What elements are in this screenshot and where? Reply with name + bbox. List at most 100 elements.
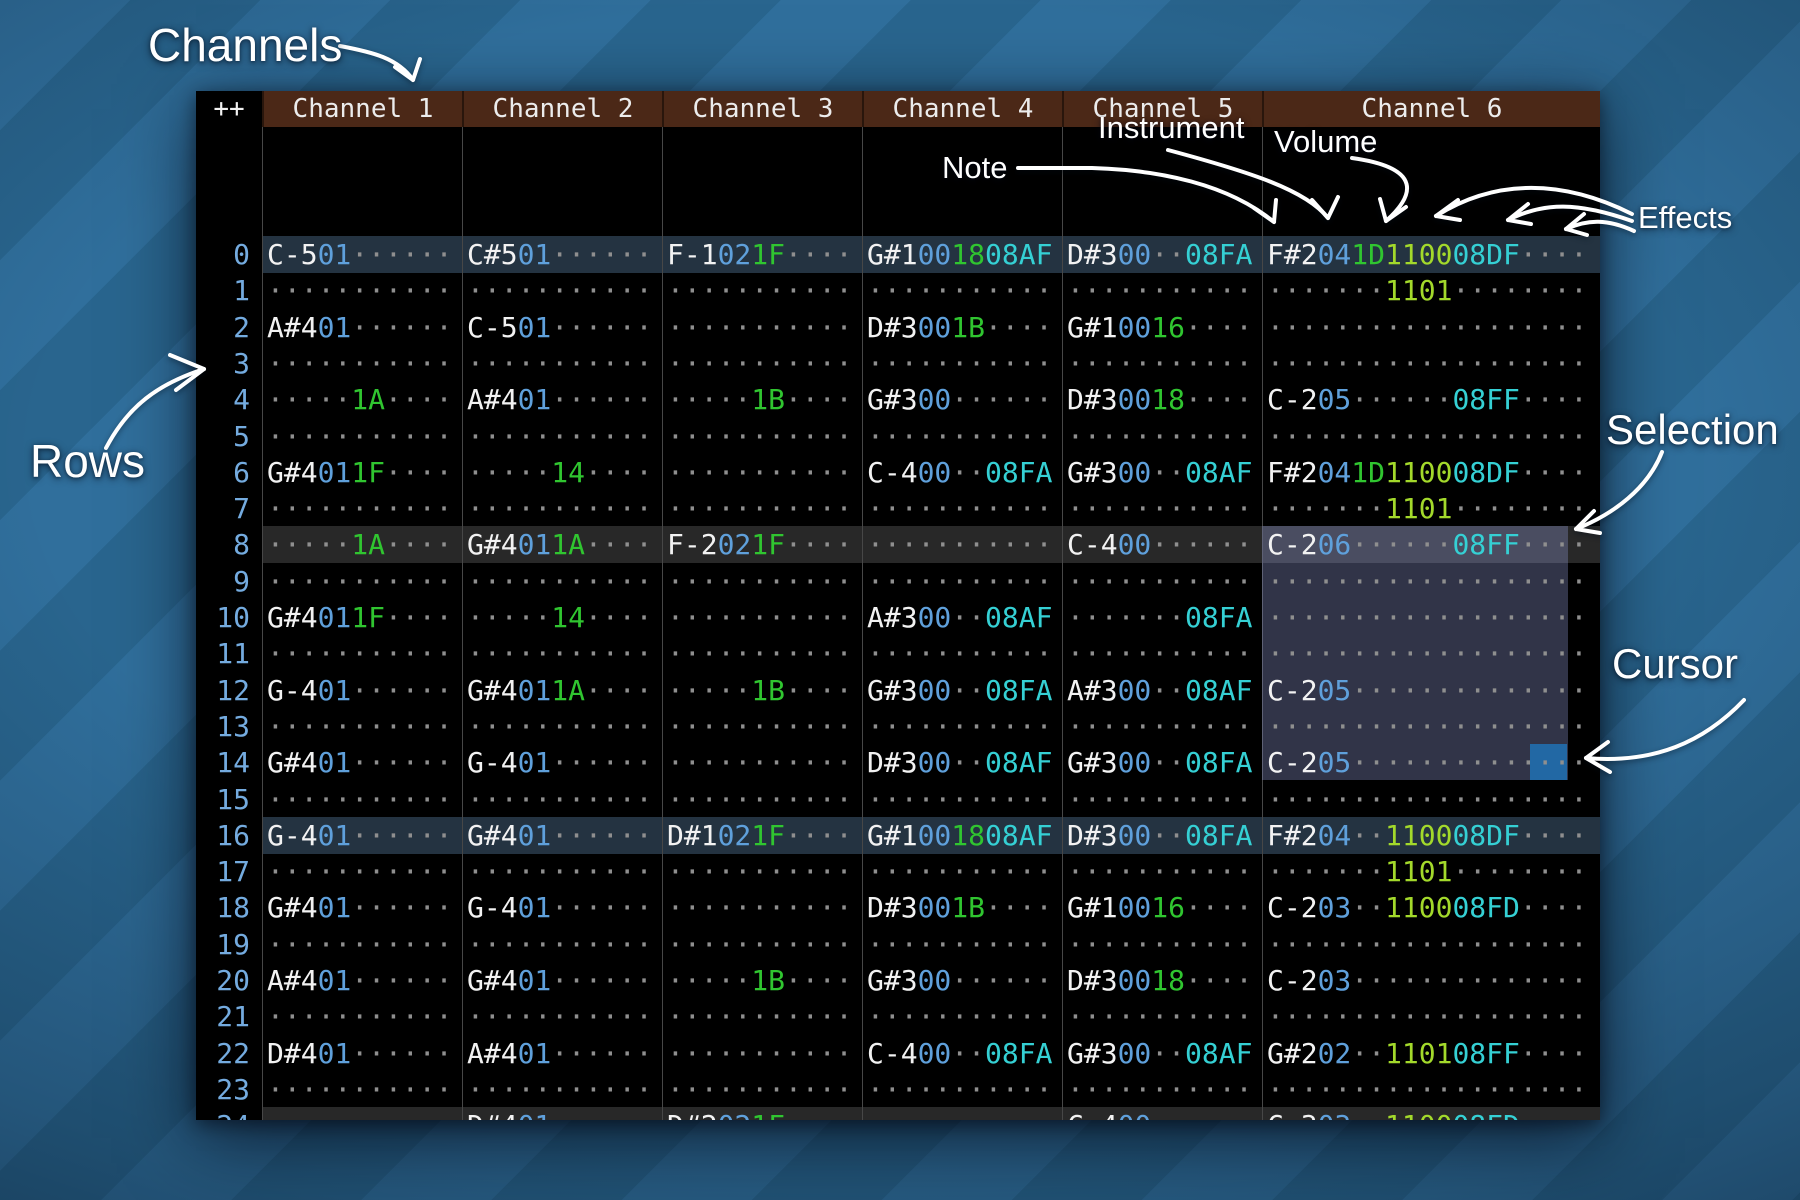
pattern-row[interactable]: 10G#4011F·········14···············A#300… [196, 599, 1600, 636]
channel-header-2[interactable]: Channel 2 [462, 91, 662, 127]
pattern-cell-ch5[interactable]: ··········· [1067, 635, 1252, 672]
pattern-cell-ch1[interactable]: ··········· [267, 563, 452, 600]
pattern-cell-ch6[interactable]: C-206······08FF···· [1267, 526, 1587, 563]
pattern-cell-ch2[interactable]: A#401······ [467, 1035, 652, 1072]
pattern-cell-ch3[interactable]: ··········· [667, 926, 852, 963]
pattern-row[interactable]: 6G#4011F·········14···············C-400·… [196, 454, 1600, 491]
pattern-cell-ch6[interactable]: ··················· [1267, 635, 1587, 672]
pattern-cell-ch3[interactable]: D#1021F···· [667, 817, 852, 854]
tracker-pattern-editor[interactable]: ++ Channel 1Channel 2Channel 3Channel 4C… [196, 91, 1600, 1120]
pattern-cell-ch1[interactable]: ··········· [267, 635, 452, 672]
pattern-cell-ch4[interactable]: ··········· [867, 708, 1052, 745]
pattern-cell-ch5[interactable]: D#30018···· [1067, 381, 1252, 418]
pattern-row[interactable]: 5·······································… [196, 418, 1600, 455]
pattern-cell-ch6[interactable]: F#2041D110008DF···· [1267, 454, 1587, 491]
pattern-cell-ch4[interactable]: ··········· [867, 1071, 1052, 1108]
pattern-cell-ch2[interactable]: G-401······ [467, 744, 652, 781]
pattern-cell-ch6[interactable]: ··················· [1267, 563, 1587, 600]
pattern-cell-ch4[interactable]: G#1001808AF [867, 236, 1052, 273]
pattern-cell-ch3[interactable]: ·····1B···· [667, 672, 852, 709]
pattern-cell-ch5[interactable]: ··········· [1067, 490, 1252, 527]
pattern-cell-ch6[interactable]: C-205······08FF···· [1267, 381, 1587, 418]
pattern-cell-ch5[interactable]: ·······08FA [1067, 599, 1252, 636]
pattern-row[interactable]: 3·······································… [196, 345, 1600, 382]
pattern-cell-ch4[interactable]: ··········· [867, 418, 1052, 455]
pattern-cell-ch4[interactable]: ··········· [867, 1107, 1052, 1120]
pattern-cell-ch1[interactable]: G#4011F···· [267, 454, 452, 491]
pattern-cell-ch1[interactable]: ··········· [267, 345, 452, 382]
pattern-row[interactable]: 17······································… [196, 853, 1600, 890]
pattern-cell-ch2[interactable]: ··········· [467, 708, 652, 745]
pattern-cell-ch5[interactable]: ··········· [1067, 853, 1252, 890]
pattern-row[interactable]: 14G#401······G-401·················D#300… [196, 744, 1600, 781]
pattern-cell-ch5[interactable]: G#300··08AF [1067, 454, 1252, 491]
pattern-cell-ch6[interactable]: C-203··110008FD···· [1267, 889, 1587, 926]
pattern-cell-ch2[interactable]: ··········· [467, 272, 652, 309]
pattern-cell-ch4[interactable]: ··········· [867, 345, 1052, 382]
pattern-cell-ch5[interactable]: G#10016···· [1067, 309, 1252, 346]
pattern-cell-ch2[interactable]: D#401······ [467, 1107, 652, 1120]
pattern-cell-ch4[interactable]: ··········· [867, 272, 1052, 309]
pattern-cell-ch3[interactable]: ··········· [667, 418, 852, 455]
pattern-cell-ch5[interactable]: ··········· [1067, 272, 1252, 309]
pattern-row[interactable]: 9·······································… [196, 563, 1600, 600]
pattern-cell-ch3[interactable]: ··········· [667, 454, 852, 491]
pattern-row[interactable]: 8·····1A····G#4011A····F-2021F··········… [196, 526, 1600, 563]
pattern-row[interactable]: 20A#401······G#401···········1B····G#300… [196, 962, 1600, 999]
pattern-cell-ch5[interactable]: ··········· [1067, 708, 1252, 745]
pattern-cell-ch3[interactable]: ··········· [667, 599, 852, 636]
pattern-cell-ch6[interactable]: ·······1101········ [1267, 490, 1587, 527]
pattern-row[interactable]: 24···········D#401······D#2021F·········… [196, 1107, 1600, 1120]
pattern-cell-ch2[interactable]: ··········· [467, 998, 652, 1035]
pattern-cell-ch1[interactable]: A#401······ [267, 309, 452, 346]
pattern-row[interactable]: 11······································… [196, 635, 1600, 672]
channel-header-6[interactable]: Channel 6 [1262, 91, 1600, 127]
pattern-row[interactable]: 22D#401······A#401·················C-400… [196, 1035, 1600, 1072]
pattern-cell-ch2[interactable]: G#4011A···· [467, 672, 652, 709]
pattern-cell-ch6[interactable]: C-205·············· [1267, 744, 1587, 781]
pattern-cell-ch3[interactable]: ··········· [667, 708, 852, 745]
pattern-cell-ch3[interactable]: ··········· [667, 272, 852, 309]
pattern-cell-ch1[interactable]: ··········· [267, 490, 452, 527]
pattern-row[interactable]: 19······································… [196, 926, 1600, 963]
pattern-cell-ch2[interactable]: ··········· [467, 345, 652, 382]
pattern-cell-ch4[interactable]: D#3001B···· [867, 309, 1052, 346]
pattern-cell-ch3[interactable]: ··········· [667, 853, 852, 890]
pattern-cell-ch4[interactable]: C-400··08FA [867, 1035, 1052, 1072]
pattern-cell-ch2[interactable]: ··········· [467, 781, 652, 818]
pattern-cell-ch4[interactable]: ··········· [867, 781, 1052, 818]
pattern-cell-ch4[interactable]: ··········· [867, 998, 1052, 1035]
pattern-cell-ch1[interactable]: C-501······ [267, 236, 452, 273]
pattern-cell-ch3[interactable]: ··········· [667, 309, 852, 346]
pattern-cell-ch5[interactable]: D#300··08FA [1067, 236, 1252, 273]
pattern-cell-ch6[interactable]: C-205·············· [1267, 672, 1587, 709]
pattern-cell-ch1[interactable]: G#4011F···· [267, 599, 452, 636]
pattern-cell-ch5[interactable]: ··········· [1067, 1071, 1252, 1108]
pattern-row[interactable]: 4·····1A····A#401···········1B····G#300·… [196, 381, 1600, 418]
channel-header-3[interactable]: Channel 3 [662, 91, 862, 127]
pattern-cell-ch2[interactable]: G#4011A···· [467, 526, 652, 563]
pattern-cell-ch1[interactable]: G#401······ [267, 744, 452, 781]
pattern-cell-ch1[interactable]: G-401······ [267, 817, 452, 854]
pattern-cell-ch5[interactable]: D#300··08FA [1067, 817, 1252, 854]
pattern-cell-ch6[interactable]: ··················· [1267, 998, 1587, 1035]
pattern-cell-ch6[interactable]: ·······1101········ [1267, 272, 1587, 309]
pattern-cell-ch5[interactable]: G#300··08AF [1067, 1035, 1252, 1072]
pattern-row[interactable]: 21······································… [196, 998, 1600, 1035]
pattern-cell-ch2[interactable]: C-501······ [467, 309, 652, 346]
pattern-cell-ch4[interactable]: ··········· [867, 853, 1052, 890]
pattern-cell-ch4[interactable]: ··········· [867, 926, 1052, 963]
pattern-cell-ch6[interactable]: ·······1101········ [1267, 853, 1587, 890]
pattern-cell-ch5[interactable]: A#300··08AF [1067, 672, 1252, 709]
pattern-cell-ch2[interactable]: G-401······ [467, 889, 652, 926]
pattern-cell-ch2[interactable]: G#401······ [467, 817, 652, 854]
pattern-row[interactable]: 18G#401······G-401·················D#300… [196, 889, 1600, 926]
pattern-cell-ch1[interactable]: ··········· [267, 272, 452, 309]
pattern-cell-ch4[interactable]: ··········· [867, 563, 1052, 600]
pattern-cell-ch6[interactable]: C-203·············· [1267, 962, 1587, 999]
pattern-row[interactable]: 2A#401······C-501·················D#3001… [196, 309, 1600, 346]
pattern-cell-ch1[interactable]: ··········· [267, 1071, 452, 1108]
pattern-cell-ch3[interactable]: ··········· [667, 1071, 852, 1108]
pattern-cell-ch5[interactable]: C-400······ [1067, 1107, 1252, 1120]
pattern-cell-ch4[interactable]: G#300······ [867, 962, 1052, 999]
